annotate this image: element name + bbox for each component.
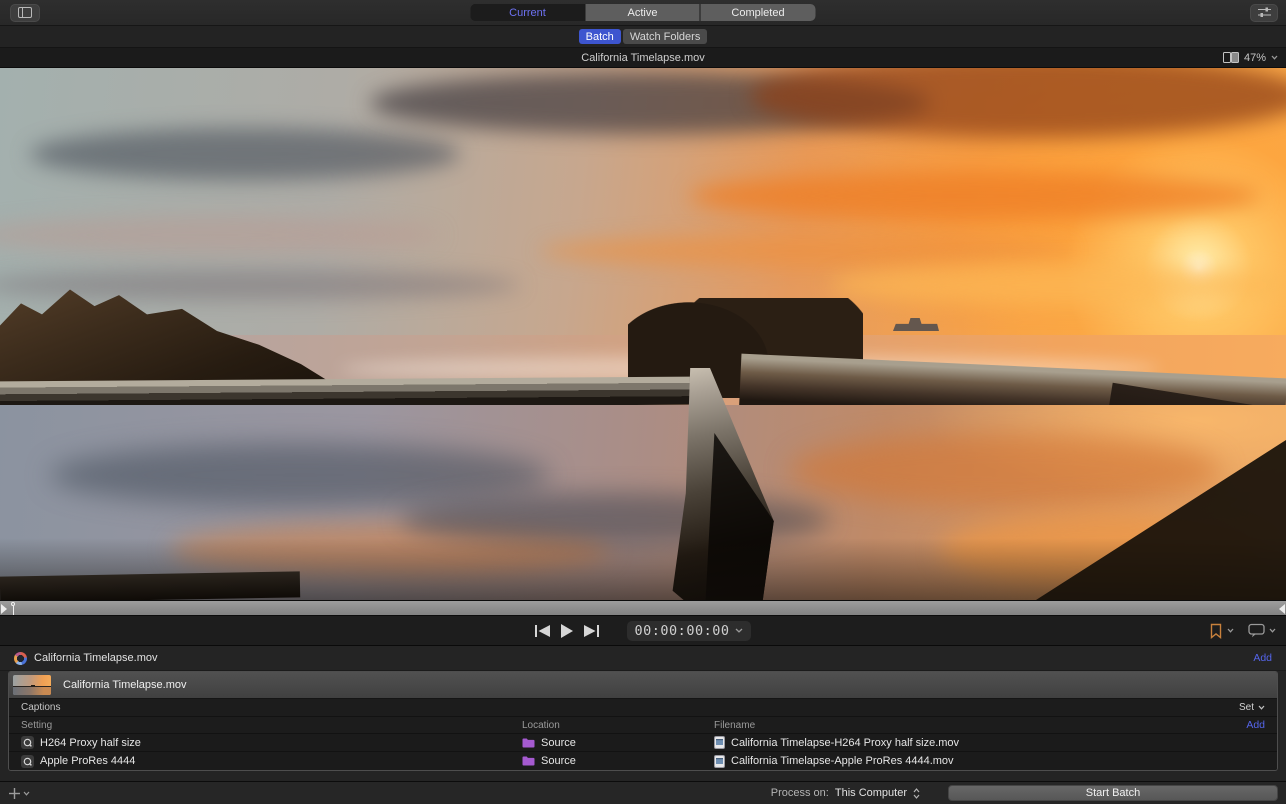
chevron-down-icon: [23, 791, 30, 796]
column-setting: Setting: [21, 720, 522, 731]
transport-bar: 00:00:00:00: [0, 616, 1286, 646]
reflection-shape: [50, 443, 550, 507]
location-value: Source: [541, 737, 576, 749]
caption-bubble-icon[interactable]: [1248, 623, 1265, 638]
chevron-down-icon: [1271, 55, 1278, 60]
compressor-window: Current Active Completed Batch Watch Fol…: [0, 0, 1286, 804]
tab-completed[interactable]: Completed: [701, 4, 816, 21]
preview-titlebar: California Timelapse.mov 47%: [0, 48, 1286, 68]
skip-forward-button[interactable]: [584, 625, 599, 637]
source-row[interactable]: California Timelapse.mov: [9, 672, 1277, 699]
chevron-down-icon: [1258, 705, 1265, 710]
source-thumbnail: [13, 675, 51, 695]
setting-name: Apple ProRes 4444: [40, 755, 135, 767]
quicktime-icon: [14, 652, 27, 665]
setting-icon: [21, 736, 34, 749]
view-segmented-control: Current Active Completed: [471, 4, 816, 21]
top-toolbar: Current Active Completed: [0, 0, 1286, 26]
batch-panel: California Timelapse.mov Add California …: [0, 646, 1286, 781]
sidebar-icon: [18, 7, 32, 18]
bottom-bar: Process on: This Computer Start Batch: [0, 781, 1286, 804]
tab-current[interactable]: Current: [471, 4, 586, 21]
cloud-shape: [30, 128, 460, 180]
chevron-down-icon: [735, 628, 743, 633]
out-point-marker[interactable]: [1279, 604, 1285, 614]
tab-batch[interactable]: Batch: [579, 29, 621, 44]
plus-icon: [8, 787, 21, 800]
skip-back-button[interactable]: [535, 625, 550, 637]
preview-title: California Timelapse.mov: [581, 52, 705, 64]
start-batch-button[interactable]: Start Batch: [948, 785, 1278, 801]
captions-set-dropdown[interactable]: Set: [1239, 702, 1265, 713]
column-location: Location: [522, 720, 714, 731]
add-setting-link[interactable]: Add: [1246, 719, 1265, 731]
zoom-level-dropdown[interactable]: 47%: [1244, 52, 1266, 64]
inspector-toggle-button[interactable]: [1250, 4, 1278, 22]
cloud-shape: [830, 264, 1286, 306]
cloud-shape: [690, 172, 1260, 220]
process-on-label: Process on:: [771, 787, 829, 799]
tab-active[interactable]: Active: [586, 4, 701, 21]
location-value: Source: [541, 755, 576, 767]
mode-tabs: Batch Watch Folders: [0, 26, 1286, 48]
output-row[interactable]: Apple ProRes 4444 Source California Time…: [9, 752, 1277, 770]
split-view-icon[interactable]: [1223, 52, 1239, 63]
movie-file-icon: [714, 755, 725, 768]
in-point-marker[interactable]: [1, 604, 7, 614]
source-name: California Timelapse.mov: [63, 679, 187, 691]
sliders-icon: [1258, 7, 1271, 18]
timeline-scrubber[interactable]: [0, 600, 1286, 616]
job-group-row[interactable]: California Timelapse.mov Add: [0, 646, 1286, 671]
cloud-shape: [540, 236, 1070, 266]
wall-shape: [0, 571, 300, 600]
folder-icon: [522, 738, 535, 748]
setting-name: H264 Proxy half size: [40, 737, 141, 749]
tab-watch-folders[interactable]: Watch Folders: [623, 29, 708, 44]
marker-bookmark-icon[interactable]: [1209, 623, 1223, 639]
chevron-down-icon[interactable]: [1269, 628, 1276, 633]
filename-value: California Timelapse-H264 Proxy half siz…: [731, 737, 959, 749]
folder-icon: [522, 756, 535, 766]
sidebar-toggle-button[interactable]: [10, 4, 40, 22]
timecode-field[interactable]: 00:00:00:00: [627, 621, 752, 641]
chevron-down-icon[interactable]: [1227, 628, 1234, 633]
video-preview[interactable]: [0, 68, 1286, 600]
process-on-select[interactable]: This Computer: [835, 787, 920, 799]
movie-file-icon: [714, 736, 725, 749]
play-button[interactable]: [560, 624, 574, 638]
column-filename: Filename: [714, 720, 755, 731]
stepper-icon: [913, 788, 920, 799]
captions-row[interactable]: Captions Set: [9, 699, 1277, 717]
add-job-button[interactable]: [8, 787, 30, 800]
job-card: California Timelapse.mov Captions Set Se…: [8, 671, 1278, 771]
reflection-shape: [790, 433, 1220, 507]
output-row[interactable]: H264 Proxy half size Source California T…: [9, 734, 1277, 752]
setting-icon: [21, 755, 34, 768]
timecode-value: 00:00:00:00: [635, 623, 730, 639]
outputs-header-row: Setting Location Filename Add: [9, 717, 1277, 734]
captions-label: Captions: [21, 702, 60, 713]
add-output-link[interactable]: Add: [1253, 652, 1272, 664]
playhead[interactable]: [9, 602, 17, 615]
filename-value: California Timelapse-Apple ProRes 4444.m…: [731, 755, 954, 767]
job-title: California Timelapse.mov: [34, 652, 158, 664]
